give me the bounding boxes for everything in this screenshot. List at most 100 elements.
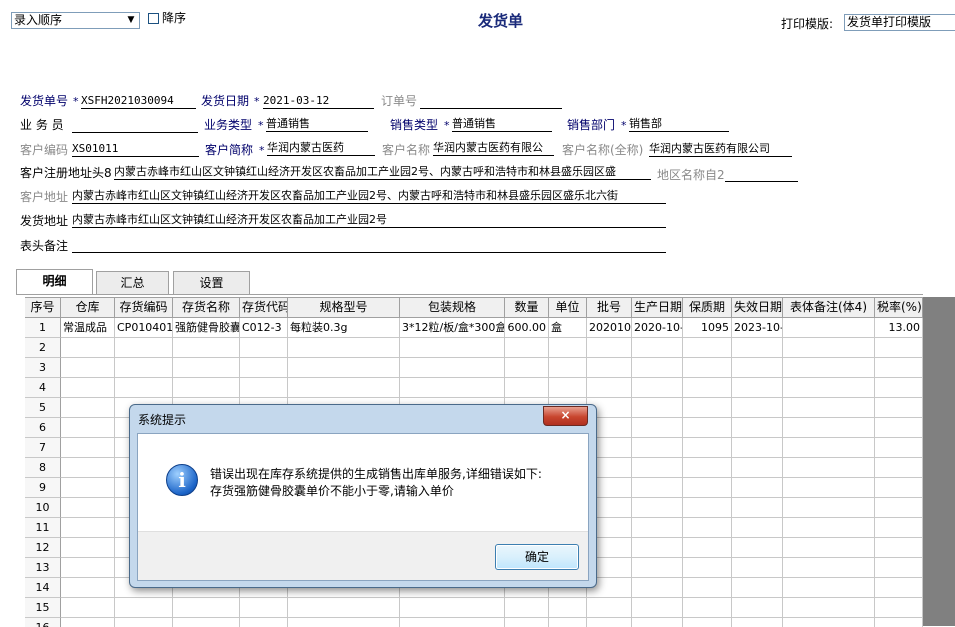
table-cell[interactable] [875,538,923,558]
table-cell[interactable] [732,438,783,458]
table-cell[interactable] [783,378,875,398]
column-header[interactable]: 失效日期 [732,298,783,318]
order-no-field[interactable] [420,93,562,109]
close-icon[interactable]: × [543,406,588,426]
table-row[interactable]: 4 [25,378,923,398]
table-cell[interactable] [875,418,923,438]
table-cell[interactable] [173,338,240,358]
table-cell[interactable] [61,338,115,358]
table-cell[interactable] [732,518,783,538]
table-cell[interactable] [732,598,783,618]
ship-date-field[interactable]: 2021-03-12 [263,93,374,109]
table-cell[interactable] [683,398,732,418]
table-cell[interactable] [875,398,923,418]
table-cell[interactable] [587,598,632,618]
table-cell[interactable] [632,338,683,358]
table-cell[interactable]: 强筋健骨胶囊 [173,318,240,338]
table-cell[interactable] [400,338,505,358]
table-cell[interactable]: 盒 [549,318,587,338]
table-cell[interactable] [240,358,288,378]
table-cell[interactable] [505,378,549,398]
print-template-select[interactable]: 发货单打印模版 [844,14,955,31]
customer-fullname-field[interactable]: 华润内蒙古医药有限公司 [649,141,792,157]
table-cell[interactable] [240,338,288,358]
table-cell[interactable] [632,438,683,458]
table-row[interactable]: 1常温成品CP0104010强筋健骨胶囊C012-3每粒装0.3g3*12粒/板… [25,318,923,338]
table-cell[interactable]: 13.00 [875,318,923,338]
region-field[interactable] [725,166,798,182]
ok-button[interactable]: 确定 [495,544,579,570]
table-cell[interactable] [783,338,875,358]
table-cell[interactable] [875,498,923,518]
table-row[interactable]: 3 [25,358,923,378]
column-header[interactable]: 数量 [505,298,549,318]
table-cell[interactable] [683,538,732,558]
table-cell[interactable] [115,358,173,378]
table-cell[interactable] [732,498,783,518]
table-cell[interactable] [173,598,240,618]
table-cell[interactable]: CP0104010 [115,318,173,338]
table-cell[interactable] [783,498,875,518]
customer-short-field[interactable]: 华润内蒙古医药 [267,140,375,156]
customer-name-field[interactable]: 华润内蒙古医药有限公 [433,140,554,156]
table-cell[interactable] [683,358,732,378]
column-header[interactable]: 表体备注(体4) [783,298,875,318]
sales-type-field[interactable]: 普通销售 [452,116,552,132]
table-cell[interactable]: 3*12粒/板/盒*300盒 [400,318,505,338]
table-row[interactable]: 2 [25,338,923,358]
table-cell[interactable] [683,518,732,538]
table-cell[interactable] [288,358,400,378]
table-cell[interactable] [875,598,923,618]
table-cell[interactable] [683,378,732,398]
biz-type-field[interactable]: 普通销售 [266,116,368,132]
column-header[interactable]: 单位 [549,298,587,318]
table-cell[interactable] [783,358,875,378]
column-header[interactable]: 存货名称 [173,298,240,318]
customer-code-field[interactable]: XS01011 [72,141,199,157]
tab-detail[interactable]: 明细 [16,269,93,294]
table-cell[interactable] [783,518,875,538]
table-cell[interactable] [683,578,732,598]
table-cell[interactable] [732,358,783,378]
table-cell[interactable] [683,458,732,478]
table-cell[interactable] [549,378,587,398]
table-cell[interactable]: C012-3 [240,318,288,338]
table-cell[interactable] [61,398,115,418]
table-cell[interactable] [875,438,923,458]
tab-settings[interactable]: 设置 [173,271,250,294]
table-cell[interactable] [783,578,875,598]
table-cell[interactable] [632,538,683,558]
table-cell[interactable] [732,418,783,438]
table-cell[interactable] [875,338,923,358]
table-cell[interactable] [632,558,683,578]
ship-no-field[interactable]: XSFH2021030094 [81,93,196,109]
table-cell[interactable] [587,378,632,398]
table-cell[interactable]: 2023-10- [732,318,783,338]
table-cell[interactable] [61,598,115,618]
table-cell[interactable] [683,498,732,518]
table-cell[interactable] [61,578,115,598]
table-cell[interactable] [632,498,683,518]
table-cell[interactable] [683,598,732,618]
table-cell[interactable] [505,598,549,618]
table-cell[interactable] [683,478,732,498]
column-header[interactable]: 存货编码 [115,298,173,318]
table-cell[interactable] [61,378,115,398]
table-cell[interactable] [549,358,587,378]
table-cell[interactable] [783,398,875,418]
table-cell[interactable] [115,378,173,398]
table-cell[interactable] [875,578,923,598]
table-cell[interactable] [732,578,783,598]
column-header[interactable]: 包装规格 [400,298,505,318]
table-cell[interactable] [173,358,240,378]
table-cell[interactable] [875,358,923,378]
table-cell[interactable] [732,478,783,498]
table-cell[interactable] [632,478,683,498]
table-cell[interactable] [61,458,115,478]
table-cell[interactable] [173,378,240,398]
desc-checkbox[interactable] [148,13,159,24]
remark-field[interactable] [72,237,666,253]
table-cell[interactable] [505,358,549,378]
table-cell[interactable] [783,458,875,478]
table-cell[interactable]: 常温成品 [61,318,115,338]
